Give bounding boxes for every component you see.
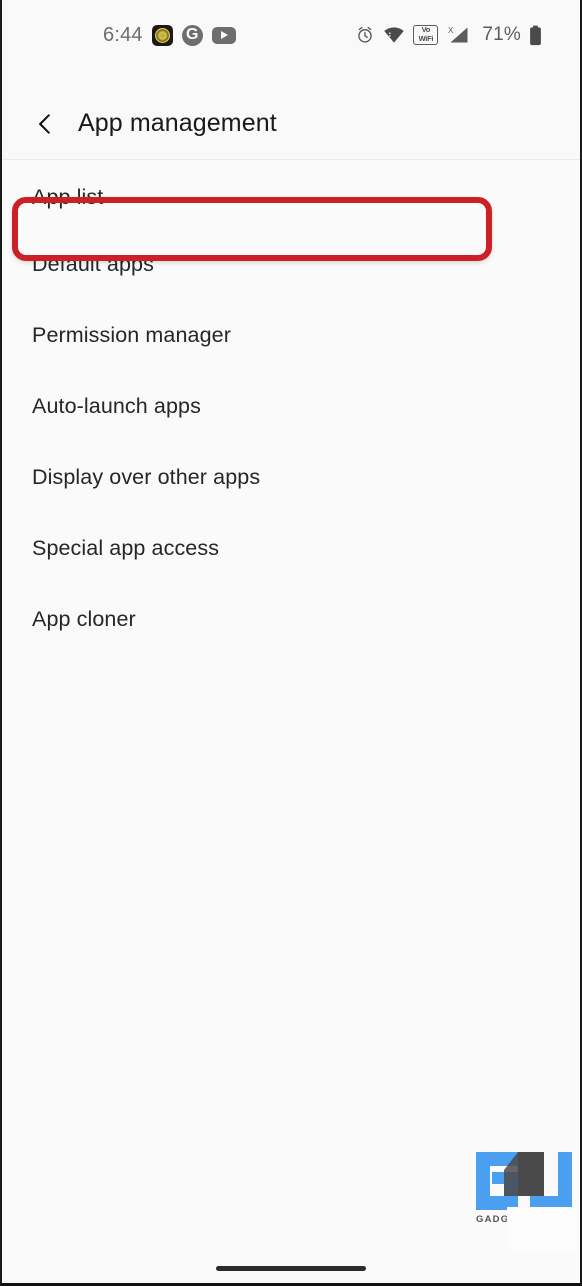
cellular-no-signal-icon: X: [446, 25, 470, 45]
status-bar-left: 6:44: [103, 24, 236, 47]
page-title: App management: [78, 109, 277, 137]
navigation-bar: [2, 1250, 580, 1280]
vowifi-icon: Vo WiFi: [413, 25, 439, 45]
wifi-icon: [383, 26, 405, 44]
app-header: App management: [2, 88, 580, 160]
status-clock: 6:44: [103, 23, 143, 46]
phone-screen: 6:44 Vo: [0, 0, 582, 1286]
list-item-label: Special app access: [32, 536, 220, 560]
list-item-app-list[interactable]: App list: [2, 161, 580, 229]
app-notification-icon: [151, 24, 173, 46]
list-item-label: Auto-launch apps: [32, 394, 201, 418]
list-item-default-apps[interactable]: Default apps: [2, 229, 580, 300]
watermark-occluder: [507, 1207, 579, 1252]
google-icon: [181, 24, 203, 46]
list-item-permission-manager[interactable]: Permission manager: [2, 300, 580, 371]
list-item-auto-launch-apps[interactable]: Auto-launch apps: [2, 371, 580, 442]
settings-list: App list Default apps Permission manager…: [2, 161, 580, 1283]
list-item-label: Default apps: [32, 252, 154, 276]
battery-icon: [529, 25, 542, 46]
svg-text:X: X: [448, 26, 454, 35]
youtube-icon: [211, 26, 236, 44]
home-gesture-bar[interactable]: [216, 1265, 366, 1271]
status-bar-right: Vo WiFi X 71%: [355, 24, 542, 46]
back-arrow-icon[interactable]: [32, 111, 58, 137]
status-bar: 6:44 Vo: [2, 0, 580, 88]
gadgetstouse-logo-icon: [474, 1150, 574, 1212]
list-item-special-app-access[interactable]: Special app access: [2, 513, 580, 584]
list-item-label: Display over other apps: [32, 465, 261, 489]
watermark-caption: GADG: [476, 1214, 510, 1225]
list-item-display-over-other-apps[interactable]: Display over other apps: [2, 442, 580, 513]
list-item-label: App list: [32, 184, 104, 209]
battery-percent-label: 71%: [482, 24, 521, 45]
vowifi-bottom-label: WiFi: [418, 33, 434, 43]
watermark: GADG: [474, 1150, 579, 1252]
list-item-app-cloner[interactable]: App cloner: [2, 584, 580, 655]
list-item-label: App cloner: [32, 607, 136, 631]
list-item-label: Permission manager: [32, 323, 231, 347]
alarm-icon: [355, 25, 375, 45]
